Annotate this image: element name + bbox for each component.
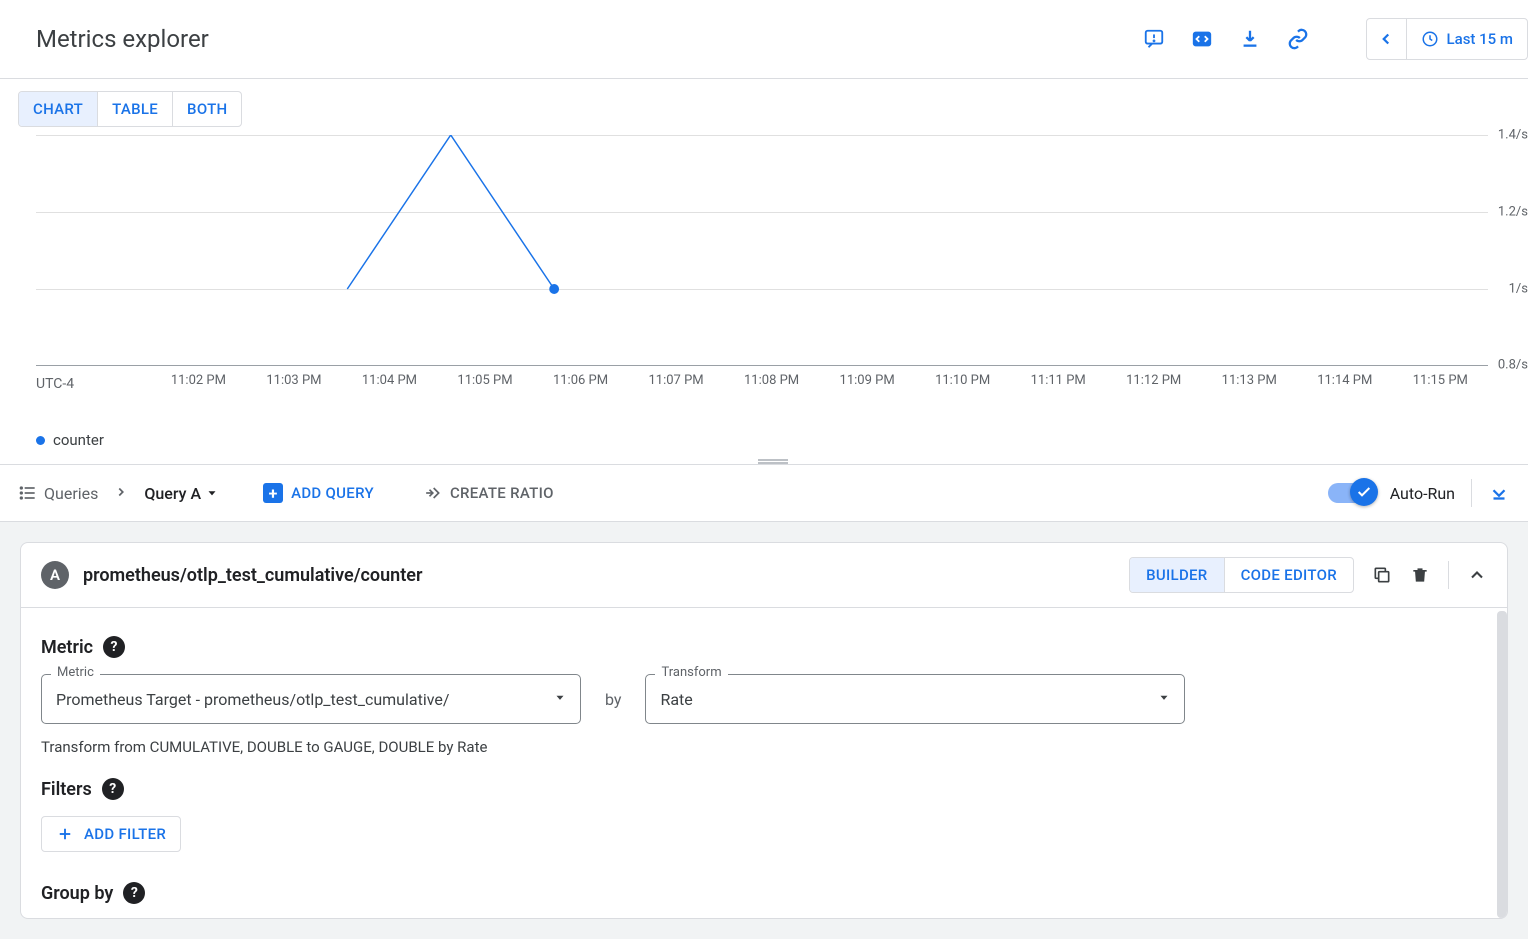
add-query-button[interactable]: + ADD QUERY <box>255 483 382 503</box>
x-tick: 11:14 PM <box>1297 373 1393 388</box>
chart-line <box>36 135 1488 365</box>
chevron-down-icon <box>553 690 567 709</box>
transform-select[interactable]: Rate <box>645 674 1185 724</box>
plus-icon: + <box>263 483 283 503</box>
link-icon[interactable] <box>1284 25 1312 53</box>
delete-icon[interactable] <box>1410 565 1430 585</box>
y-tick: 1.4/s <box>1498 128 1528 143</box>
x-tick: 11:10 PM <box>915 373 1011 388</box>
collapse-icon[interactable] <box>1467 565 1487 585</box>
x-tick: 11:07 PM <box>628 373 724 388</box>
download-icon[interactable] <box>1236 25 1264 53</box>
transform-value: Rate <box>660 690 692 709</box>
code-icon[interactable] <box>1188 25 1216 53</box>
time-back-button[interactable] <box>1367 19 1407 59</box>
help-icon[interactable]: ? <box>123 882 145 904</box>
copy-icon[interactable] <box>1372 565 1392 585</box>
filters-section-label: Filters <box>41 779 92 800</box>
create-ratio-button[interactable]: CREATE RATIO <box>422 483 554 503</box>
tab-both[interactable]: BOTH <box>172 92 241 126</box>
x-tick: 11:15 PM <box>1393 373 1489 388</box>
add-query-label: ADD QUERY <box>291 484 374 502</box>
panel-title-text: prometheus/otlp_test_cumulative/counter <box>83 565 422 586</box>
create-ratio-label: CREATE RATIO <box>450 484 554 502</box>
code-editor-option[interactable]: CODE EDITOR <box>1224 558 1353 592</box>
metric-section-label: Metric <box>41 637 93 658</box>
time-range-label: Last 15 m <box>1447 30 1513 48</box>
tab-chart[interactable]: CHART <box>19 92 97 126</box>
panel-title: A prometheus/otlp_test_cumulative/counte… <box>41 561 422 589</box>
y-tick: 0.8/s <box>1498 358 1528 373</box>
divider <box>1448 561 1449 589</box>
active-query-dropdown[interactable]: Query A <box>144 484 219 503</box>
x-tick: 11:12 PM <box>1106 373 1202 388</box>
help-icon[interactable]: ? <box>102 778 124 800</box>
x-tick: 11:02 PM <box>151 373 247 388</box>
metric-value: Prometheus Target - prometheus/otlp_test… <box>56 690 449 709</box>
header-actions: Last 15 m <box>1140 18 1528 60</box>
builder-option[interactable]: BUILDER <box>1130 558 1223 592</box>
chart-legend: counter <box>18 431 1528 449</box>
auto-run-label: Auto-Run <box>1390 484 1455 503</box>
x-tick: 11:11 PM <box>1010 373 1106 388</box>
query-badge: A <box>41 561 69 589</box>
add-filter-button[interactable]: ADD FILTER <box>41 816 181 852</box>
group-by-section-label: Group by <box>41 883 113 904</box>
queries-text: Queries <box>44 484 98 503</box>
feedback-icon[interactable] <box>1140 25 1168 53</box>
transform-hint: Transform from CUMULATIVE, DOUBLE to GAU… <box>41 738 1487 756</box>
chart-view-tabs: CHART TABLE BOTH <box>18 91 242 127</box>
time-range-selector[interactable]: Last 15 m <box>1407 19 1527 59</box>
editor-mode-segment: BUILDER CODE EDITOR <box>1129 557 1354 593</box>
add-filter-label: ADD FILTER <box>84 825 166 843</box>
legend-label: counter <box>53 431 104 449</box>
metric-field-label: Metric <box>51 665 100 680</box>
metric-select[interactable]: Prometheus Target - prometheus/otlp_test… <box>41 674 581 724</box>
by-label: by <box>605 690 621 709</box>
tab-table[interactable]: TABLE <box>97 92 172 126</box>
x-tick: 11:13 PM <box>1201 373 1297 388</box>
x-tick: 11:09 PM <box>819 373 915 388</box>
chevron-right-icon <box>114 484 128 503</box>
divider <box>1471 479 1472 507</box>
chart-canvas: 1.4/s 1.2/s 1/s 0.8/s UTC-4 11:02 PM 11:… <box>18 135 1528 395</box>
transform-field-label: Transform <box>655 665 727 680</box>
x-tick: 11:08 PM <box>724 373 820 388</box>
query-panel: A prometheus/otlp_test_cumulative/counte… <box>20 542 1508 919</box>
page-title: Metrics explorer <box>36 25 209 53</box>
auto-run-toggle[interactable] <box>1328 483 1374 503</box>
x-tick: 11:06 PM <box>533 373 629 388</box>
y-tick: 1.2/s <box>1498 205 1528 220</box>
x-tick: 11:03 PM <box>246 373 342 388</box>
x-tick: 11:05 PM <box>437 373 533 388</box>
active-query-label: Query A <box>144 484 201 503</box>
x-tick: 11:04 PM <box>342 373 438 388</box>
legend-dot <box>36 436 45 445</box>
collapse-all-icon[interactable] <box>1488 482 1510 504</box>
chevron-down-icon <box>1157 690 1171 709</box>
queries-breadcrumb[interactable]: Queries <box>18 483 98 503</box>
help-icon[interactable]: ? <box>103 636 125 658</box>
y-tick: 1/s <box>1509 282 1528 297</box>
